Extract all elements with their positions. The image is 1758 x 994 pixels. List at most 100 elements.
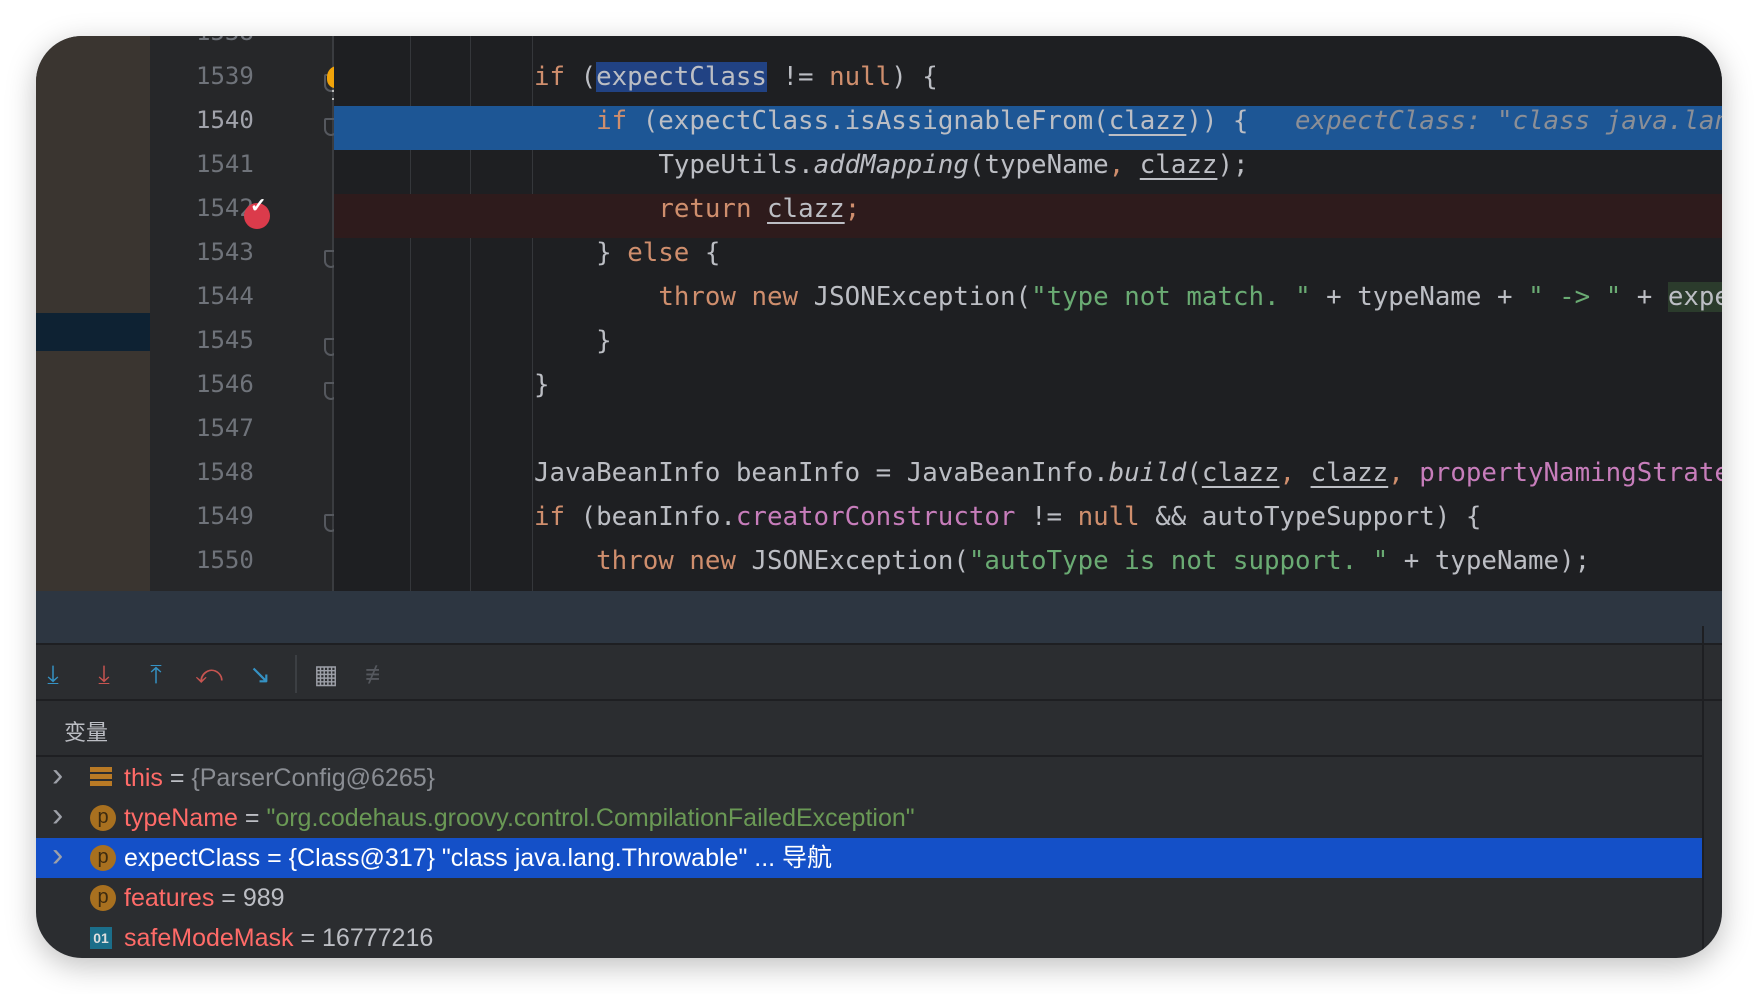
code-token: JavaBeanInfo beanInfo = JavaBeanInfo.: [534, 458, 1109, 488]
variable-row[interactable]: › p typeName = "org.codehaus.groovy.contro…: [36, 795, 1702, 838]
variable-value: {ParserConfig@6265}: [191, 764, 435, 792]
code-text: }: [596, 326, 612, 370]
line-number[interactable]: 1548: [150, 458, 260, 502]
parameter-icon: p: [90, 885, 116, 911]
step-into-icon[interactable]: ⤓: [87, 657, 121, 691]
line-number[interactable]: 1545: [150, 326, 260, 370]
line-number[interactable]: 1549: [150, 502, 260, 546]
code-token: ) {: [891, 62, 938, 92]
code-text: throw new JSONException("type not match.…: [658, 282, 1722, 326]
code-token: {: [689, 238, 721, 268]
line-number[interactable]: 1538: [150, 36, 260, 62]
code-token: clazz: [1139, 150, 1218, 180]
variable-text: typeName = "org.codehaus.groovy.control.…: [124, 798, 915, 838]
code-token: (expectClass.isAssignableFrom(: [627, 106, 1109, 136]
code-token: }: [596, 238, 628, 268]
variable-row[interactable]: p features = 989: [36, 878, 1702, 918]
variable-text: features = 989: [124, 878, 285, 918]
variable-text: expectClass = {Class@317} "class java.la…: [124, 838, 832, 878]
line-number[interactable]: 1550: [150, 546, 260, 590]
code-token: TypeUtils.: [658, 150, 814, 180]
panel-divider: [1702, 626, 1704, 958]
variable-name: safeModeMask: [124, 924, 294, 952]
code-token: new: [689, 546, 736, 576]
variable-equals: =: [293, 924, 323, 952]
code-token: else: [627, 238, 690, 268]
code-token: !=: [766, 62, 830, 92]
code-text: } else {: [596, 238, 720, 282]
code-token: clazz: [1108, 106, 1187, 136]
variable-row[interactable]: › this = {ParserConfig@6265}: [36, 755, 1702, 798]
breakpoint-icon[interactable]: [244, 193, 270, 229]
code-token: propertyNamingStrategy: [1419, 458, 1722, 488]
variable-equals: =: [214, 884, 243, 912]
variable-name: this: [124, 764, 163, 792]
line-number[interactable]: 1544: [150, 282, 260, 326]
variable-name: features: [124, 884, 215, 912]
variable-name: expectClass: [124, 844, 261, 872]
code-token: addMapping: [813, 150, 969, 180]
variable-row[interactable]: › p expectClass = {Class@317} "class java.…: [36, 835, 1702, 878]
drop-frame-icon[interactable]: ⤺: [192, 657, 226, 691]
code-token: null: [1077, 502, 1140, 532]
left-tool-strip: [36, 36, 150, 591]
code-token: "type not match. ": [1031, 282, 1311, 312]
trace-icon[interactable]: ≢: [361, 657, 395, 691]
line-number[interactable]: 1539: [150, 62, 260, 106]
variable-row[interactable]: 01 safeModeMask = 16777216: [36, 918, 1702, 958]
gutter[interactable]: 1538153915401541154215431544154515461547…: [150, 36, 518, 591]
code-token: clazz: [1310, 458, 1389, 488]
code-token: )) {: [1186, 106, 1249, 136]
field-icon: 01: [90, 927, 112, 949]
debug-panel-header: [36, 591, 1722, 645]
chevron-right-icon[interactable]: ›: [52, 835, 63, 875]
step-over-icon[interactable]: ⤓: [36, 657, 70, 691]
code-text: if (expectClass != null) {: [534, 62, 938, 106]
code-token: build: [1108, 458, 1187, 488]
code-token: ,: [1388, 458, 1420, 488]
line-number[interactable]: 1540: [150, 106, 260, 150]
step-out-icon[interactable]: ⤒: [139, 657, 173, 691]
code-token: expectClass: [596, 62, 767, 92]
code-token: }: [534, 370, 550, 400]
line-number[interactable]: 1546: [150, 370, 260, 414]
code-token: && autoTypeSupport) {: [1139, 502, 1482, 532]
variable-value: 16777216: [322, 924, 434, 952]
code-editor[interactable]: if (expectClass != null) {if (expectClas…: [334, 36, 1722, 591]
run-to-cursor-icon[interactable]: ↘: [243, 657, 277, 691]
line-number[interactable]: 1547: [150, 414, 260, 458]
code-token: clazz: [1201, 458, 1280, 488]
code-token: if: [534, 62, 566, 92]
chevron-right-icon[interactable]: ›: [52, 795, 63, 835]
ide-window: 1538153915401541154215431544154515461547…: [36, 36, 1722, 958]
code-token: }: [596, 326, 612, 356]
scroll-marker: [36, 313, 150, 351]
code-token: throw: [658, 282, 736, 312]
parameter-icon: p: [90, 845, 116, 871]
debugger-toolbar: ⤓ ⤓ ⤒ ⤺ ↘ ▦ ≢: [36, 647, 1722, 701]
code-token: if: [596, 106, 628, 136]
chevron-right-icon[interactable]: ›: [52, 755, 63, 795]
code-token: new: [751, 282, 799, 312]
variables-header: 变量: [36, 703, 1702, 757]
code-text: TypeUtils.addMapping(typeName, clazz);: [658, 150, 1248, 194]
code-text: return clazz;: [658, 194, 860, 238]
code-token: expectClass: "class java.lang.: [1248, 106, 1722, 136]
variables-title: 变量: [64, 720, 109, 745]
code-token: creatorConstructor: [735, 502, 1016, 532]
code-token: JSONException(: [735, 546, 969, 576]
evaluate-expression-icon[interactable]: ▦: [309, 657, 343, 691]
code-token: +: [1621, 282, 1668, 312]
line-number[interactable]: 1541: [150, 150, 260, 194]
parameter-icon: p: [90, 805, 116, 831]
variable-equals: =: [237, 804, 267, 832]
code-token: (: [1186, 458, 1202, 488]
code-text: throw new JSONException("autoType is not…: [596, 546, 1590, 590]
line-number[interactable]: 1543: [150, 238, 260, 282]
variable-equals: =: [162, 764, 192, 792]
variable-equals: =: [260, 844, 289, 872]
